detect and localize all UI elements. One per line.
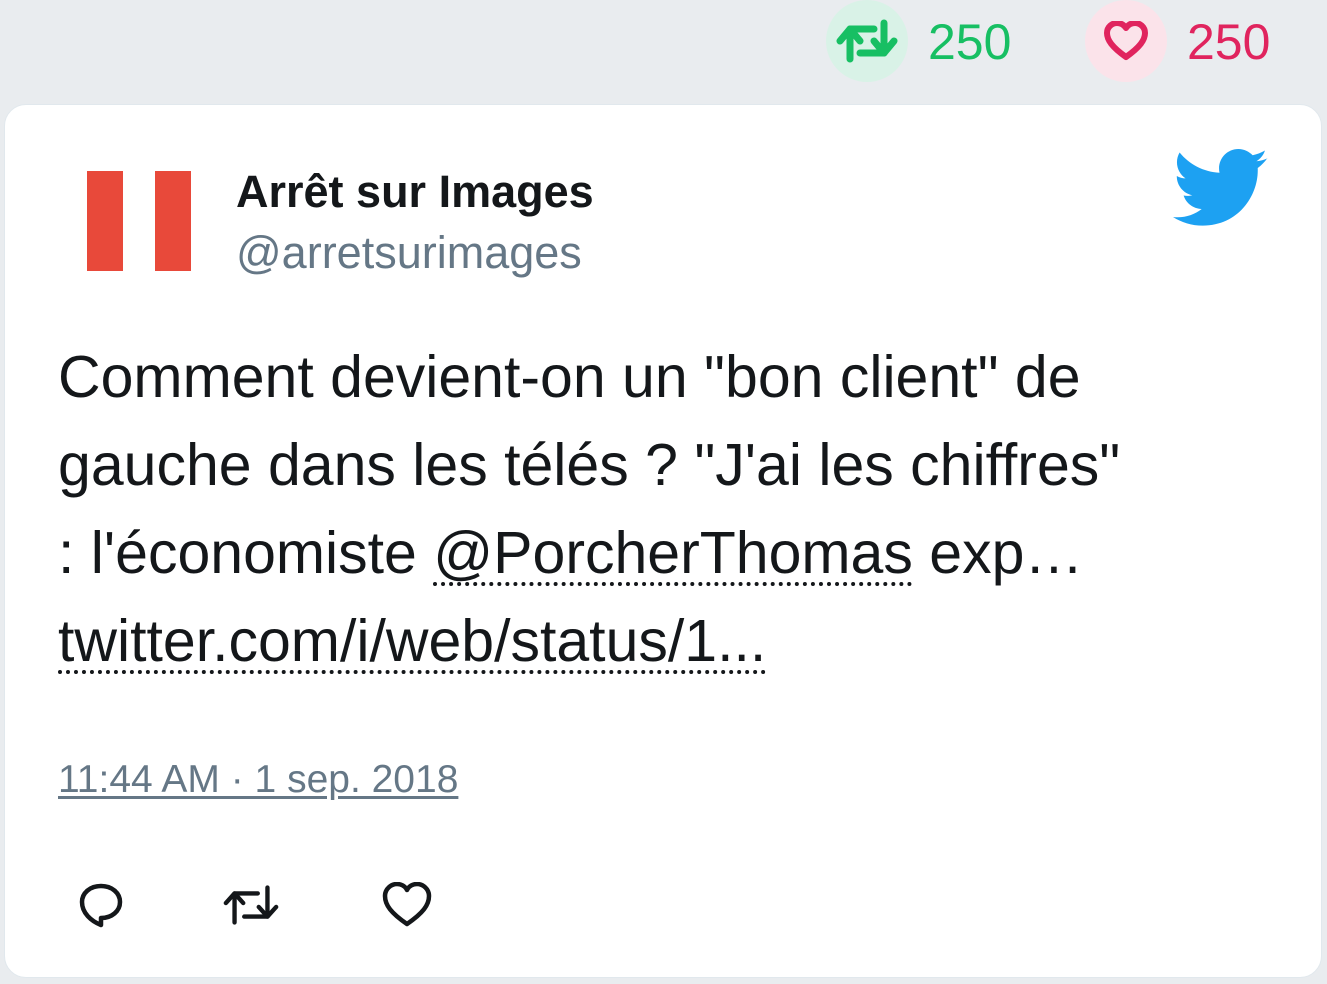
retweet-icon [836,19,898,63]
reply-button[interactable] [71,875,131,935]
reply-icon [79,883,123,928]
like-stat-icon[interactable] [1085,0,1167,82]
tweet-url-link[interactable]: twitter.com/i/web/status/1... [58,608,766,674]
engagement-stats: 250 250 [0,0,1327,84]
retweet-icon [223,885,279,925]
heart-icon [1104,21,1148,60]
mention-link[interactable]: @PorcherThomas [433,520,913,586]
tweet-text-line-2: gauche dans les télés ? "J'ai les chiffr… [58,432,1121,498]
heart-icon [382,882,432,927]
avatar[interactable] [77,159,201,283]
avatar-bar-left [87,171,123,271]
tweet-timestamp[interactable]: 11:44 AM · 1 sep. 2018 [58,757,458,803]
tweet-text-line-3: : l'économiste @PorcherThomas exp… [58,509,1288,597]
tweet-text: Comment devient-on un "bon client" de ga… [58,333,1288,685]
retweet-count: 250 [928,14,1012,70]
like-count: 250 [1187,14,1271,70]
author-handle[interactable]: @arretsurimages [236,226,582,280]
like-button[interactable] [377,875,437,935]
retweet-stat-icon[interactable] [826,0,908,82]
retweet-button[interactable] [221,875,281,935]
avatar-bar-right [155,171,191,271]
tweet-card[interactable]: Arrêt sur Images @arretsurimages Comment… [4,104,1322,978]
twitter-bird-icon[interactable] [1173,149,1269,227]
tweet-text-line-3-suffix: exp… [912,520,1084,586]
tweet-text-line-1: Comment devient-on un "bon client" de [58,344,1081,410]
author-name[interactable]: Arrêt sur Images [236,165,594,219]
tweet-text-line-4: twitter.com/i/web/status/1... [58,597,1288,685]
tweet-text-line-3-prefix: : l'économiste [58,520,434,586]
